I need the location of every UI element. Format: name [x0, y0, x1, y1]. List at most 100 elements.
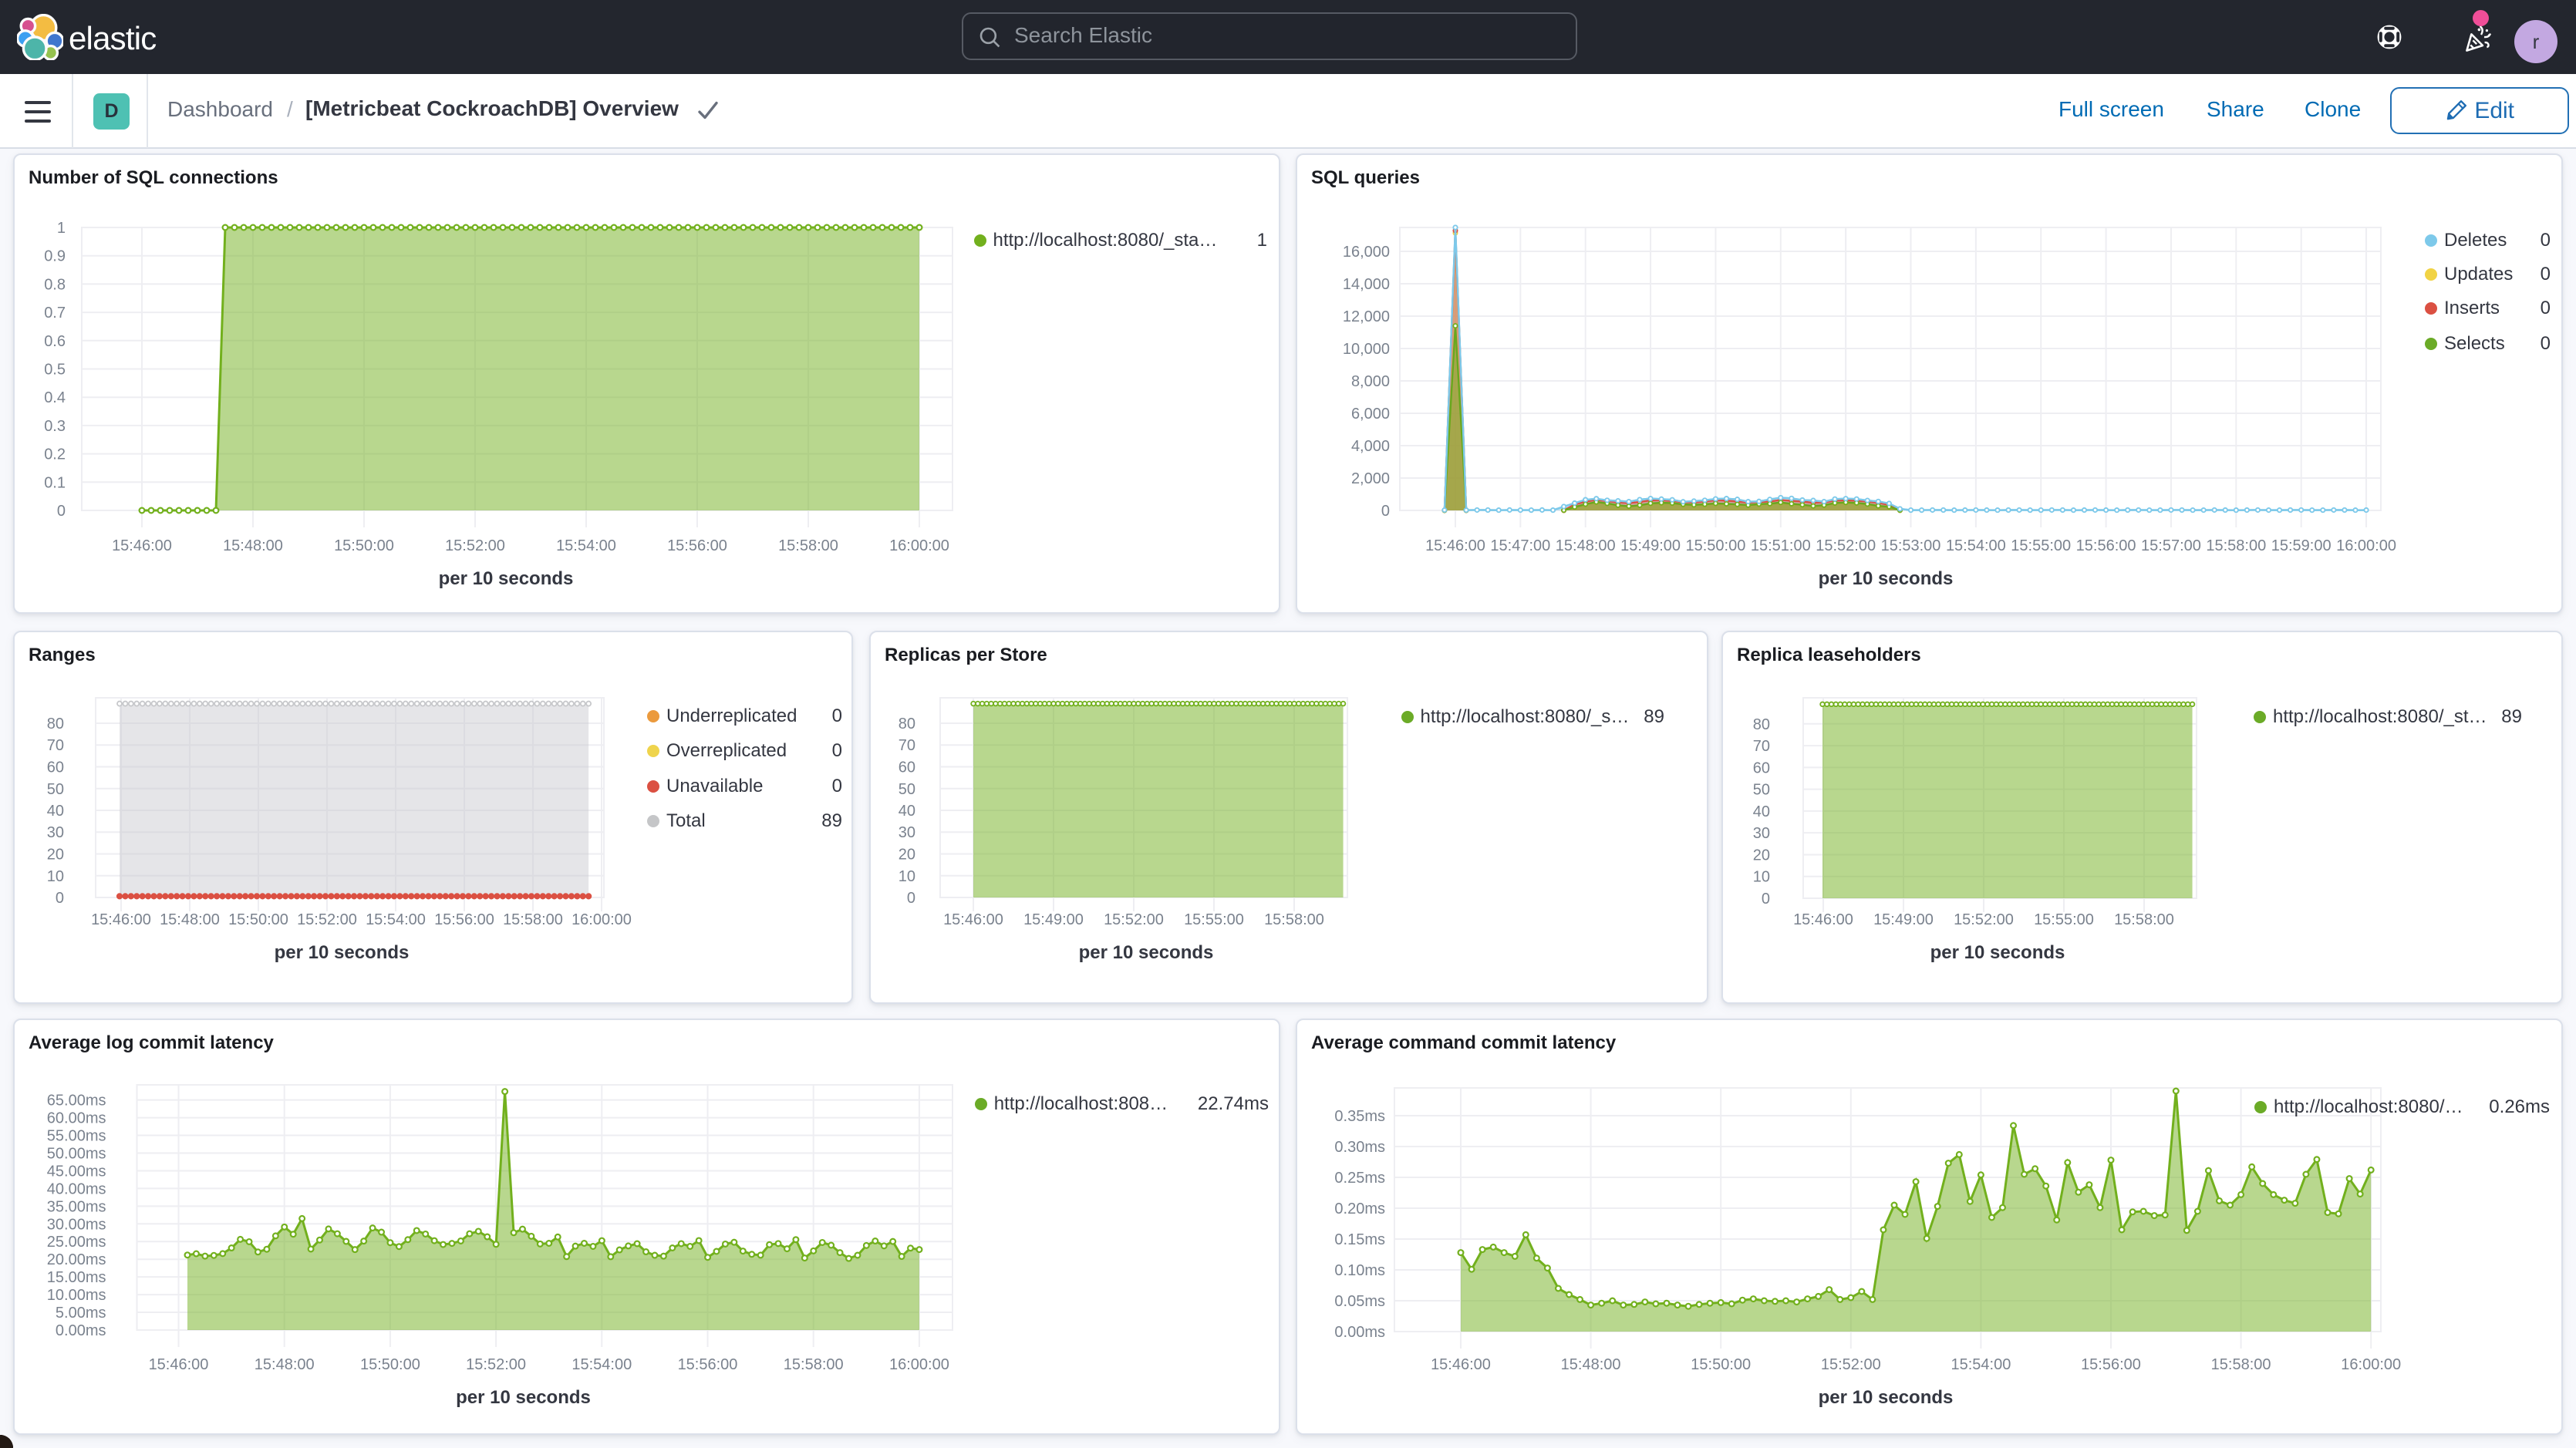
- svg-text:15:55:00: 15:55:00: [2011, 537, 2071, 554]
- svg-text:45.00ms: 45.00ms: [47, 1163, 106, 1180]
- svg-text:80: 80: [1753, 716, 1770, 733]
- svg-text:70: 70: [1753, 738, 1770, 755]
- svg-text:15.00ms: 15.00ms: [47, 1269, 106, 1286]
- svg-text:50.00ms: 50.00ms: [47, 1146, 106, 1163]
- svg-text:15:48:00: 15:48:00: [160, 911, 220, 928]
- svg-text:16:00:00: 16:00:00: [889, 1356, 949, 1373]
- svg-text:15:59:00: 15:59:00: [2271, 537, 2332, 554]
- svg-text:15:49:00: 15:49:00: [1620, 537, 1681, 554]
- svg-text:10,000: 10,000: [1343, 341, 1390, 358]
- svg-text:per 10 seconds: per 10 seconds: [275, 942, 410, 963]
- svg-text:20.00ms: 20.00ms: [47, 1251, 106, 1268]
- svg-text:16:00:00: 16:00:00: [889, 537, 949, 554]
- svg-text:65.00ms: 65.00ms: [47, 1093, 106, 1110]
- svg-text:15:50:00: 15:50:00: [360, 1356, 420, 1373]
- svg-text:1: 1: [57, 220, 66, 237]
- svg-text:15:50:00: 15:50:00: [334, 537, 394, 554]
- svg-text:0: 0: [57, 503, 66, 520]
- svg-text:0.00ms: 0.00ms: [56, 1322, 106, 1339]
- svg-text:15:50:00: 15:50:00: [1686, 537, 1746, 554]
- svg-text:0.6: 0.6: [44, 333, 66, 350]
- svg-text:per 10 seconds: per 10 seconds: [439, 568, 574, 589]
- svg-text:6,000: 6,000: [1351, 406, 1390, 423]
- svg-text:0.7: 0.7: [44, 305, 66, 322]
- svg-text:0: 0: [56, 890, 64, 907]
- svg-text:70: 70: [47, 737, 64, 754]
- svg-text:15:55:00: 15:55:00: [2034, 911, 2094, 928]
- svg-text:60.00ms: 60.00ms: [47, 1110, 106, 1127]
- svg-text:60: 60: [899, 759, 915, 776]
- svg-text:per 10 seconds: per 10 seconds: [1079, 942, 1214, 963]
- svg-text:15:52:00: 15:52:00: [1104, 911, 1164, 928]
- svg-text:15:53:00: 15:53:00: [1881, 537, 1941, 554]
- svg-text:10: 10: [1753, 869, 1770, 886]
- svg-text:25.00ms: 25.00ms: [47, 1234, 106, 1251]
- svg-text:15:56:00: 15:56:00: [678, 1356, 738, 1373]
- svg-text:15:58:00: 15:58:00: [2211, 1356, 2271, 1373]
- svg-text:15:51:00: 15:51:00: [1751, 537, 1811, 554]
- svg-text:30: 30: [1753, 825, 1770, 842]
- svg-text:0.3: 0.3: [44, 418, 66, 435]
- svg-text:0.4: 0.4: [44, 389, 66, 406]
- svg-text:15:56:00: 15:56:00: [667, 537, 727, 554]
- svg-text:0.05ms: 0.05ms: [1334, 1293, 1385, 1310]
- svg-text:40.00ms: 40.00ms: [47, 1180, 106, 1197]
- svg-text:15:58:00: 15:58:00: [2206, 537, 2266, 554]
- svg-text:per 10 seconds: per 10 seconds: [1819, 1387, 1954, 1408]
- svg-text:15:46:00: 15:46:00: [149, 1356, 209, 1373]
- svg-text:0.1: 0.1: [44, 474, 66, 491]
- svg-text:15:52:00: 15:52:00: [1954, 911, 2014, 928]
- svg-text:30.00ms: 30.00ms: [47, 1216, 106, 1233]
- svg-text:80: 80: [899, 716, 915, 732]
- svg-text:4,000: 4,000: [1351, 438, 1390, 455]
- svg-text:15:52:00: 15:52:00: [297, 911, 357, 928]
- svg-text:50: 50: [1753, 782, 1770, 799]
- svg-text:16,000: 16,000: [1343, 244, 1390, 261]
- svg-text:16:00:00: 16:00:00: [2336, 537, 2396, 554]
- svg-text:50: 50: [899, 781, 915, 798]
- svg-text:40: 40: [47, 803, 64, 820]
- svg-text:15:49:00: 15:49:00: [1873, 911, 1934, 928]
- svg-text:15:57:00: 15:57:00: [2141, 537, 2201, 554]
- svg-text:0.25ms: 0.25ms: [1334, 1170, 1385, 1187]
- svg-text:15:58:00: 15:58:00: [1264, 911, 1324, 928]
- svg-text:0.15ms: 0.15ms: [1334, 1231, 1385, 1248]
- svg-text:15:50:00: 15:50:00: [1691, 1356, 1751, 1373]
- svg-text:15:49:00: 15:49:00: [1023, 911, 1084, 928]
- svg-text:15:56:00: 15:56:00: [434, 911, 494, 928]
- svg-text:40: 40: [1753, 803, 1770, 820]
- svg-text:15:58:00: 15:58:00: [2114, 911, 2174, 928]
- svg-text:55.00ms: 55.00ms: [47, 1128, 106, 1145]
- svg-text:0: 0: [1381, 503, 1390, 520]
- svg-text:14,000: 14,000: [1343, 276, 1390, 293]
- svg-text:15:48:00: 15:48:00: [1556, 537, 1616, 554]
- svg-text:0.5: 0.5: [44, 362, 66, 379]
- svg-text:15:56:00: 15:56:00: [2076, 537, 2136, 554]
- svg-text:0.00ms: 0.00ms: [1334, 1324, 1385, 1341]
- svg-text:10: 10: [47, 868, 64, 885]
- svg-text:40: 40: [899, 803, 915, 820]
- svg-text:15:48:00: 15:48:00: [1561, 1356, 1621, 1373]
- svg-text:60: 60: [47, 759, 64, 776]
- svg-text:15:54:00: 15:54:00: [1951, 1356, 2011, 1373]
- svg-text:15:48:00: 15:48:00: [255, 1356, 315, 1373]
- svg-text:15:46:00: 15:46:00: [1431, 1356, 1491, 1373]
- svg-text:15:47:00: 15:47:00: [1490, 537, 1550, 554]
- svg-text:per 10 seconds: per 10 seconds: [1930, 942, 2065, 963]
- svg-text:30: 30: [899, 824, 915, 841]
- svg-text:15:58:00: 15:58:00: [784, 1356, 844, 1373]
- svg-text:15:50:00: 15:50:00: [228, 911, 288, 928]
- svg-text:15:58:00: 15:58:00: [778, 537, 838, 554]
- svg-text:16:00:00: 16:00:00: [2341, 1356, 2401, 1373]
- svg-text:0.8: 0.8: [44, 276, 66, 293]
- svg-text:per 10 seconds: per 10 seconds: [1819, 568, 1954, 589]
- svg-text:2,000: 2,000: [1351, 470, 1390, 487]
- svg-text:15:55:00: 15:55:00: [1184, 911, 1244, 928]
- svg-text:15:54:00: 15:54:00: [1946, 537, 2006, 554]
- svg-text:15:58:00: 15:58:00: [503, 911, 563, 928]
- svg-text:60: 60: [1753, 759, 1770, 776]
- svg-text:35.00ms: 35.00ms: [47, 1198, 106, 1215]
- svg-text:15:56:00: 15:56:00: [2081, 1356, 2141, 1373]
- svg-text:8,000: 8,000: [1351, 373, 1390, 390]
- svg-text:15:46:00: 15:46:00: [91, 911, 151, 928]
